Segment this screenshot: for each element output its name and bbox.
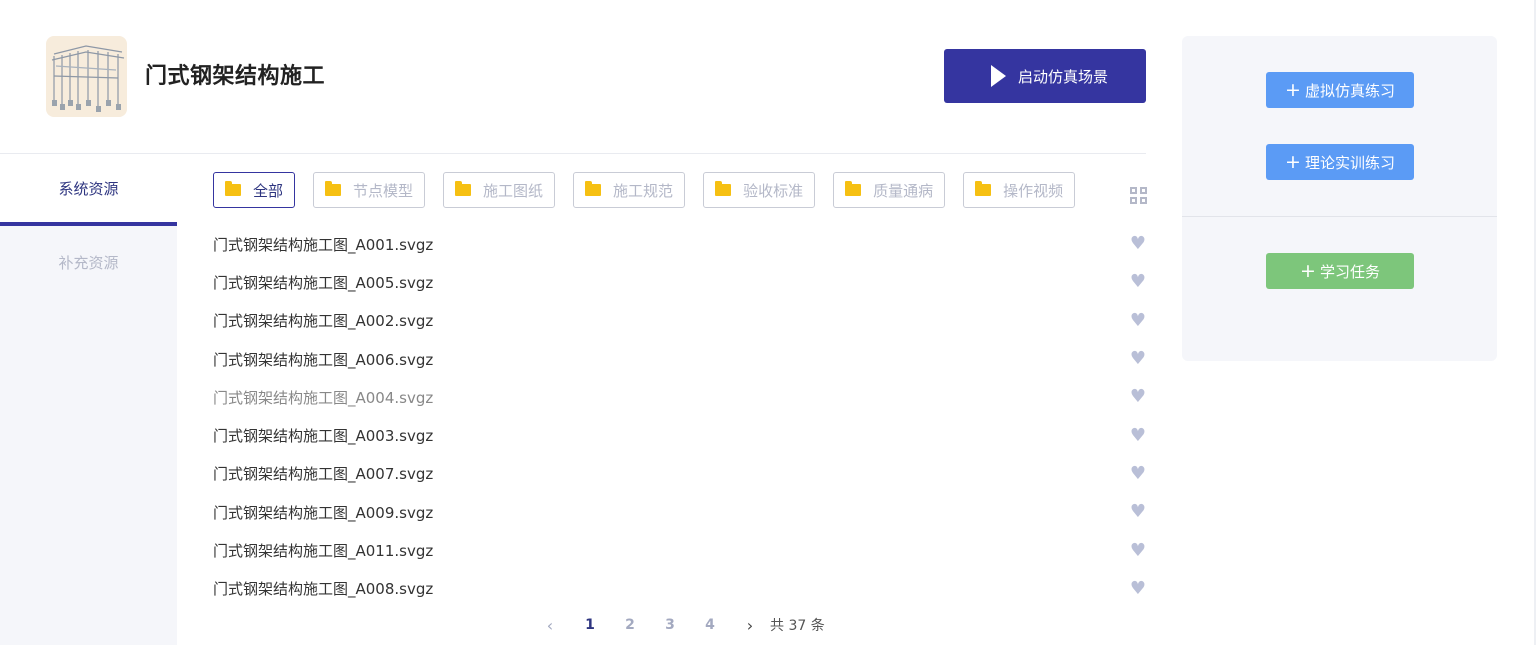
learning-task-button[interactable]: + 学习任务 <box>1266 253 1414 289</box>
file-name[interactable]: 门式钢架结构施工图_A004.svgz <box>213 387 433 408</box>
folder-icon <box>975 181 992 196</box>
next-page-chevron-icon[interactable]: › <box>730 616 770 635</box>
plus-icon: + <box>1300 259 1316 282</box>
folder-icon <box>325 181 342 196</box>
list-item[interactable]: 门式钢架结构施工图_A004.svgz ♥ <box>213 378 1147 416</box>
total-count: 共 37 条 <box>770 618 825 634</box>
favorite-heart-icon[interactable]: ♥ <box>1130 350 1146 368</box>
category-filter-bar: 全部 节点模型 施工图纸 施工规范 验收标准 质量通病 操作视频 <box>213 172 1093 208</box>
favorite-heart-icon[interactable]: ♥ <box>1130 273 1146 291</box>
course-title: 门式钢架结构施工 <box>145 64 326 89</box>
play-icon <box>991 65 1006 87</box>
favorite-heart-icon[interactable]: ♥ <box>1130 311 1146 330</box>
favorite-heart-icon[interactable]: ♥ <box>1130 541 1146 560</box>
favorite-heart-icon[interactable]: ♥ <box>1130 426 1146 445</box>
nav-item-label: 补充资源 <box>58 253 119 272</box>
nav-supplementary-resources[interactable]: 补充资源 <box>0 226 177 298</box>
category-operation-videos[interactable]: 操作视频 <box>963 172 1076 208</box>
button-label: 学习任务 <box>1319 262 1380 281</box>
page-number[interactable]: 4 <box>690 617 730 633</box>
file-name[interactable]: 门式钢架结构施工图_A008.svgz <box>213 578 433 599</box>
category-label: 施工规范 <box>613 181 674 200</box>
folder-icon <box>585 181 602 196</box>
button-label: 理论实训练习 <box>1304 153 1395 172</box>
category-construction-specs[interactable]: 施工规范 <box>573 172 686 208</box>
category-acceptance-standards[interactable]: 验收标准 <box>703 172 816 208</box>
category-label: 质量通病 <box>873 181 934 200</box>
list-item[interactable]: 门式钢架结构施工图_A011.svgz ♥ <box>213 531 1147 569</box>
theory-practice-button[interactable]: + 理论实训练习 <box>1266 144 1414 180</box>
grid-view-icon[interactable] <box>1130 187 1147 204</box>
file-name[interactable]: 门式钢架结构施工图_A001.svgz <box>213 234 433 255</box>
favorite-heart-icon[interactable]: ♥ <box>1130 235 1146 253</box>
favorite-heart-icon[interactable]: ♥ <box>1130 388 1146 406</box>
nav-item-label: 系统资源 <box>58 179 119 198</box>
launch-simulation-label: 启动仿真场景 <box>1018 67 1109 86</box>
folder-icon <box>455 181 472 196</box>
favorite-heart-icon[interactable]: ♥ <box>1130 464 1146 483</box>
list-item[interactable]: 门式钢架结构施工图_A001.svgz ♥ <box>213 225 1147 263</box>
category-label: 验收标准 <box>743 181 804 200</box>
list-item[interactable]: 门式钢架结构施工图_A003.svgz ♥ <box>213 416 1147 454</box>
list-item[interactable]: 门式钢架结构施工图_A006.svgz ♥ <box>213 340 1147 378</box>
resource-nav: 系统资源 补充资源 <box>0 154 177 645</box>
folder-icon <box>225 181 241 196</box>
favorite-heart-icon[interactable]: ♥ <box>1130 579 1146 598</box>
folder-icon <box>845 181 862 196</box>
file-name[interactable]: 门式钢架结构施工图_A007.svgz <box>213 463 433 484</box>
category-node-model[interactable]: 节点模型 <box>313 172 426 208</box>
category-label: 节点模型 <box>353 181 414 200</box>
list-item[interactable]: 门式钢架结构施工图_A002.svgz ♥ <box>213 302 1147 340</box>
action-panel: + 虚拟仿真练习 + 理论实训练习 + 学习任务 <box>1182 36 1497 361</box>
folder-icon <box>715 181 732 196</box>
pagination: ‹ 1 2 3 4 › 共 37 条 <box>530 612 825 638</box>
list-item[interactable]: 门式钢架结构施工图_A007.svgz ♥ <box>213 455 1147 493</box>
category-all[interactable]: 全部 <box>213 172 296 208</box>
page-number[interactable]: 1 <box>570 617 610 633</box>
file-name[interactable]: 门式钢架结构施工图_A003.svgz <box>213 425 433 446</box>
file-list: 门式钢架结构施工图_A001.svgz ♥ 门式钢架结构施工图_A005.svg… <box>213 225 1147 608</box>
launch-simulation-button[interactable]: 启动仿真场景 <box>944 49 1146 103</box>
category-quality-defects[interactable]: 质量通病 <box>833 172 946 208</box>
favorite-heart-icon[interactable]: ♥ <box>1130 503 1146 521</box>
prev-page-chevron-icon[interactable]: ‹ <box>530 616 570 635</box>
category-label: 施工图纸 <box>483 181 544 200</box>
file-name[interactable]: 门式钢架结构施工图_A009.svgz <box>213 502 433 523</box>
file-name[interactable]: 门式钢架结构施工图_A006.svgz <box>213 349 433 370</box>
steel-frame-image <box>51 45 125 112</box>
page-number[interactable]: 3 <box>650 617 690 633</box>
category-construction-drawings[interactable]: 施工图纸 <box>443 172 556 208</box>
button-label: 虚拟仿真练习 <box>1304 81 1395 100</box>
file-name[interactable]: 门式钢架结构施工图_A002.svgz <box>213 310 433 331</box>
plus-icon: + <box>1285 78 1301 101</box>
list-item[interactable]: 门式钢架结构施工图_A005.svgz ♥ <box>213 263 1147 301</box>
plus-icon: + <box>1285 150 1301 173</box>
category-label: 全部 <box>253 181 284 200</box>
page-number[interactable]: 2 <box>610 617 650 633</box>
category-label: 操作视频 <box>1003 181 1064 200</box>
list-item[interactable]: 门式钢架结构施工图_A009.svgz ♥ <box>213 493 1147 531</box>
list-item[interactable]: 门式钢架结构施工图_A008.svgz ♥ <box>213 570 1147 608</box>
file-name[interactable]: 门式钢架结构施工图_A011.svgz <box>213 540 433 561</box>
file-name[interactable]: 门式钢架结构施工图_A005.svgz <box>213 272 433 293</box>
nav-system-resources[interactable]: 系统资源 <box>0 154 177 226</box>
panel-divider <box>1182 216 1497 217</box>
virtual-practice-button[interactable]: + 虚拟仿真练习 <box>1266 72 1414 108</box>
course-thumbnail <box>46 36 127 117</box>
